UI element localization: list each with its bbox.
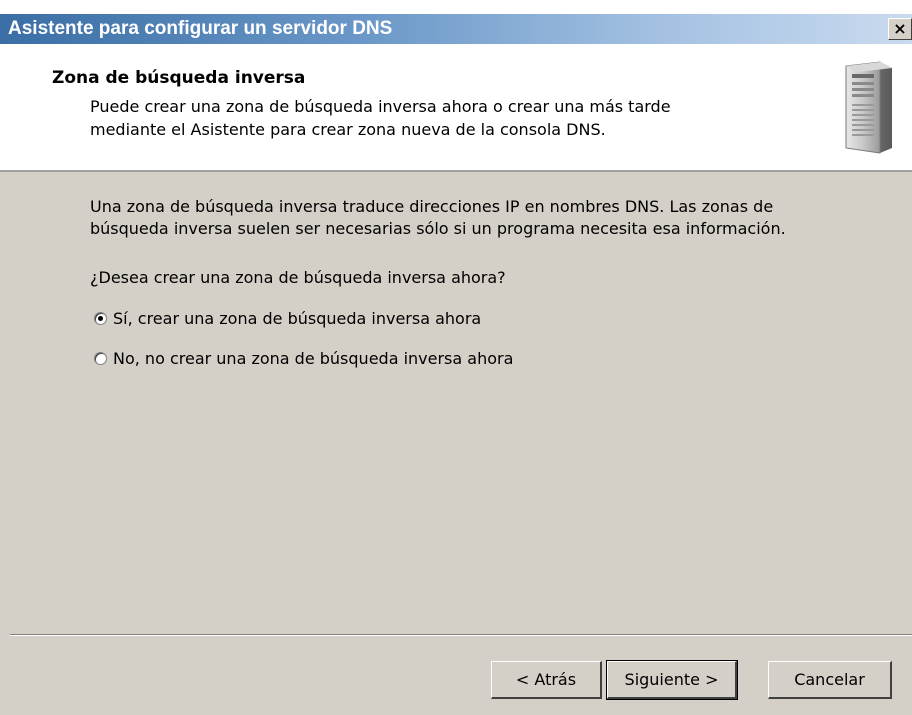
description-paragraph-line-2: búsqueda inversa suelen ser necesarias s… xyxy=(90,219,786,238)
radio-selected-dot xyxy=(98,315,103,321)
title-bar[interactable]: Asistente para configurar un servidor DN… xyxy=(0,14,912,44)
radio-button-no[interactable] xyxy=(94,351,107,365)
close-button[interactable]: × xyxy=(888,18,912,40)
page-description: Puede crear una zona de búsqueda inversa… xyxy=(90,95,810,141)
page-description-line-1: Puede crear una zona de búsqueda inversa… xyxy=(90,97,671,116)
server-icon xyxy=(845,61,892,154)
cancel-button[interactable]: Cancelar xyxy=(768,661,892,699)
page-description-line-2: mediante el Asistente para crear zona nu… xyxy=(90,120,606,139)
wizard-header: Zona de búsqueda inversa Puede crear una… xyxy=(0,44,912,172)
radio-option-yes[interactable]: Sí, crear una zona de búsqueda inversa a… xyxy=(94,307,481,329)
top-strip xyxy=(0,0,912,14)
close-icon: × xyxy=(893,19,907,38)
radio-button-yes[interactable] xyxy=(94,311,107,325)
dns-wizard-window: Asistente para configurar un servidor DN… xyxy=(0,0,912,715)
description-paragraph: Una zona de búsqueda inversa traduce dir… xyxy=(90,196,880,240)
back-button[interactable]: < Atrás xyxy=(491,661,602,699)
radio-label-no[interactable]: No, no crear una zona de búsqueda invers… xyxy=(113,349,513,368)
radio-label-yes[interactable]: Sí, crear una zona de búsqueda inversa a… xyxy=(113,309,481,328)
window-title: Asistente para configurar un servidor DN… xyxy=(8,18,393,39)
footer-separator xyxy=(10,634,912,636)
radio-option-no[interactable]: No, no crear una zona de búsqueda invers… xyxy=(94,347,513,369)
next-button[interactable]: Siguiente > xyxy=(606,660,738,700)
description-paragraph-line-1: Una zona de búsqueda inversa traduce dir… xyxy=(90,197,774,216)
question-label: ¿Desea crear una zona de búsqueda invers… xyxy=(90,268,506,287)
page-title: Zona de búsqueda inversa xyxy=(52,68,306,88)
